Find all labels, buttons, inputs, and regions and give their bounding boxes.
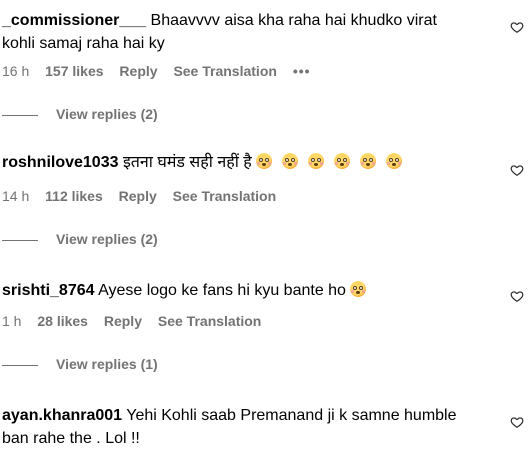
comment-1-meta: 16 h 157 likes Reply See Translation ••• — [2, 63, 323, 79]
heart-icon[interactable] — [510, 415, 524, 429]
comment-3-time: 1 h — [2, 313, 22, 329]
comment-1-time: 16 h — [2, 63, 30, 79]
divider-line — [2, 364, 38, 366]
comment-4-body: Yehi Kohli saab Premanand ji k samne hum… — [126, 407, 457, 424]
comment-2-translate-button[interactable]: See Translation — [173, 188, 276, 204]
comment-3-reply-button[interactable]: Reply — [104, 313, 142, 329]
flushed-face-emoji-icon — [281, 153, 298, 169]
divider-line — [2, 114, 38, 116]
comment-3-translate-button[interactable]: See Translation — [158, 313, 261, 329]
comment-4-body-line2: ban rahe the . Lol !! — [2, 430, 140, 447]
comment-3-text: srishti_8764 Ayese logo ke fans hi kyu b… — [2, 279, 488, 302]
flushed-face-emoji-icon — [307, 153, 324, 169]
comment-3-view-replies[interactable]: View replies (1) — [2, 356, 158, 372]
comment-1-view-replies[interactable]: View replies (2) — [2, 106, 158, 122]
comment-2-meta: 14 h 112 likes Reply See Translation — [2, 188, 288, 204]
flushed-face-emoji-icon — [255, 153, 272, 169]
heart-icon[interactable] — [510, 289, 524, 303]
comment-2-text: roshnilove1033 इतना घमंड सही नहीं है — [2, 151, 488, 174]
comment-1-username[interactable]: _commissioner___ — [2, 12, 146, 29]
comment-1-body: Bhaavvvv aisa kha raha hai khudko virat — [150, 12, 437, 29]
comment-1-reply-button[interactable]: Reply — [119, 63, 157, 79]
comment-2-body: इतना घमंड सही नहीं है — [122, 154, 252, 171]
comment-2-view-replies[interactable]: View replies (2) — [2, 231, 158, 247]
comment-2-time: 14 h — [2, 188, 30, 204]
divider-line — [2, 239, 38, 241]
flushed-face-emoji-icon — [359, 153, 376, 169]
heart-icon[interactable] — [510, 163, 524, 177]
comment-2-reply-button[interactable]: Reply — [119, 188, 157, 204]
emoji-group — [252, 153, 402, 171]
flushed-face-emoji-icon — [333, 153, 350, 169]
comment-2-likes[interactable]: 112 likes — [45, 188, 103, 204]
comment-1-likes[interactable]: 157 likes — [45, 63, 103, 79]
more-options-icon[interactable]: ••• — [293, 63, 311, 79]
comment-3-body: Ayese logo ke fans hi kyu bante ho — [98, 282, 346, 299]
comment-2-username[interactable]: roshnilove1033 — [2, 154, 119, 171]
comment-3-meta: 1 h 28 likes Reply See Translation — [2, 313, 273, 329]
comment-4-username[interactable]: ayan.khanra001 — [2, 407, 122, 424]
flushed-face-emoji-icon — [385, 153, 402, 169]
comment-1-body-line2: kohli samaj raha hai ky — [2, 35, 165, 52]
comment-3-likes[interactable]: 28 likes — [37, 313, 88, 329]
comment-1-text: _commissioner___ Bhaavvvv aisa kha raha … — [2, 9, 488, 55]
comment-3-username[interactable]: srishti_8764 — [2, 282, 95, 299]
heart-icon[interactable] — [510, 20, 524, 34]
comment-1-translate-button[interactable]: See Translation — [173, 63, 276, 79]
flushed-face-emoji-icon — [349, 281, 366, 297]
comment-4-text: ayan.khanra001 Yehi Kohli saab Premanand… — [2, 404, 488, 450]
